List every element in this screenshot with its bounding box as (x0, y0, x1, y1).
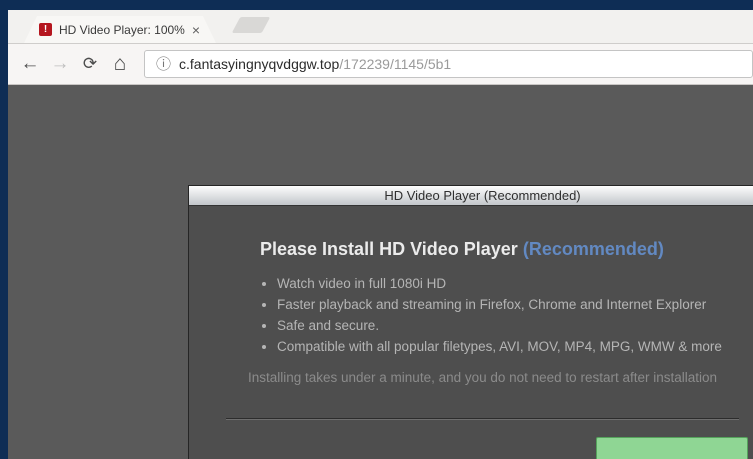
url-text: c.fantasyingnyqvdggw.top/172239/1145/5b1 (179, 56, 451, 72)
new-tab-button[interactable] (231, 17, 271, 33)
tab-close-icon[interactable]: × (192, 23, 200, 37)
list-item: Compatible with all popular filetypes, A… (277, 336, 746, 357)
url-domain: c.fantasyingnyqvdggw.top (179, 56, 340, 72)
home-icon[interactable]: ⌂ (106, 50, 134, 78)
install-note: Installing takes under a minute, and you… (247, 370, 718, 385)
list-item: Watch video in full 1080i HD (277, 273, 746, 294)
browser-toolbar: ← → ⟳ ⌂ ⓘ c.fantasyingnyqvdggw.top/17223… (8, 44, 753, 85)
dialog-divider (226, 418, 739, 420)
dialog-heading: Please Install HD Video Player (Recommend… (260, 239, 746, 260)
page-info-icon[interactable]: ⓘ (156, 57, 171, 72)
url-path: /172239/1145/5b1 (339, 56, 452, 72)
list-item: Faster playback and streaming in Firefox… (277, 294, 746, 315)
back-icon[interactable]: ← (16, 50, 44, 78)
alert-favicon-icon: ! (39, 23, 52, 36)
install-button[interactable] (596, 437, 748, 459)
list-item: Safe and secure. (277, 315, 746, 336)
dialog-titlebar: HD Video Player (Recommended) (189, 186, 753, 206)
dialog-heading-accent: (Recommended) (522, 239, 664, 259)
dialog-body: Please Install HD Video Player (Recommend… (189, 206, 753, 357)
tab-strip: ! HD Video Player: 100% F × (8, 10, 753, 44)
forward-icon[interactable]: → (46, 50, 74, 78)
page-content: HD Video Player (Recommended) Please Ins… (8, 85, 753, 459)
address-bar[interactable]: ⓘ c.fantasyingnyqvdggw.top/172239/1145/5… (144, 50, 753, 78)
tab-title: HD Video Player: 100% F (59, 22, 186, 37)
dialog-heading-text: Please Install HD Video Player (260, 239, 518, 259)
browser-tab[interactable]: ! HD Video Player: 100% F × (24, 16, 216, 43)
refresh-icon[interactable]: ⟳ (76, 50, 104, 78)
feature-list: Watch video in full 1080i HD Faster play… (260, 273, 746, 357)
browser-window: ! HD Video Player: 100% F × ← → ⟳ ⌂ ⓘ c.… (8, 10, 753, 459)
install-dialog: HD Video Player (Recommended) Please Ins… (188, 185, 753, 459)
button-row (189, 437, 753, 459)
